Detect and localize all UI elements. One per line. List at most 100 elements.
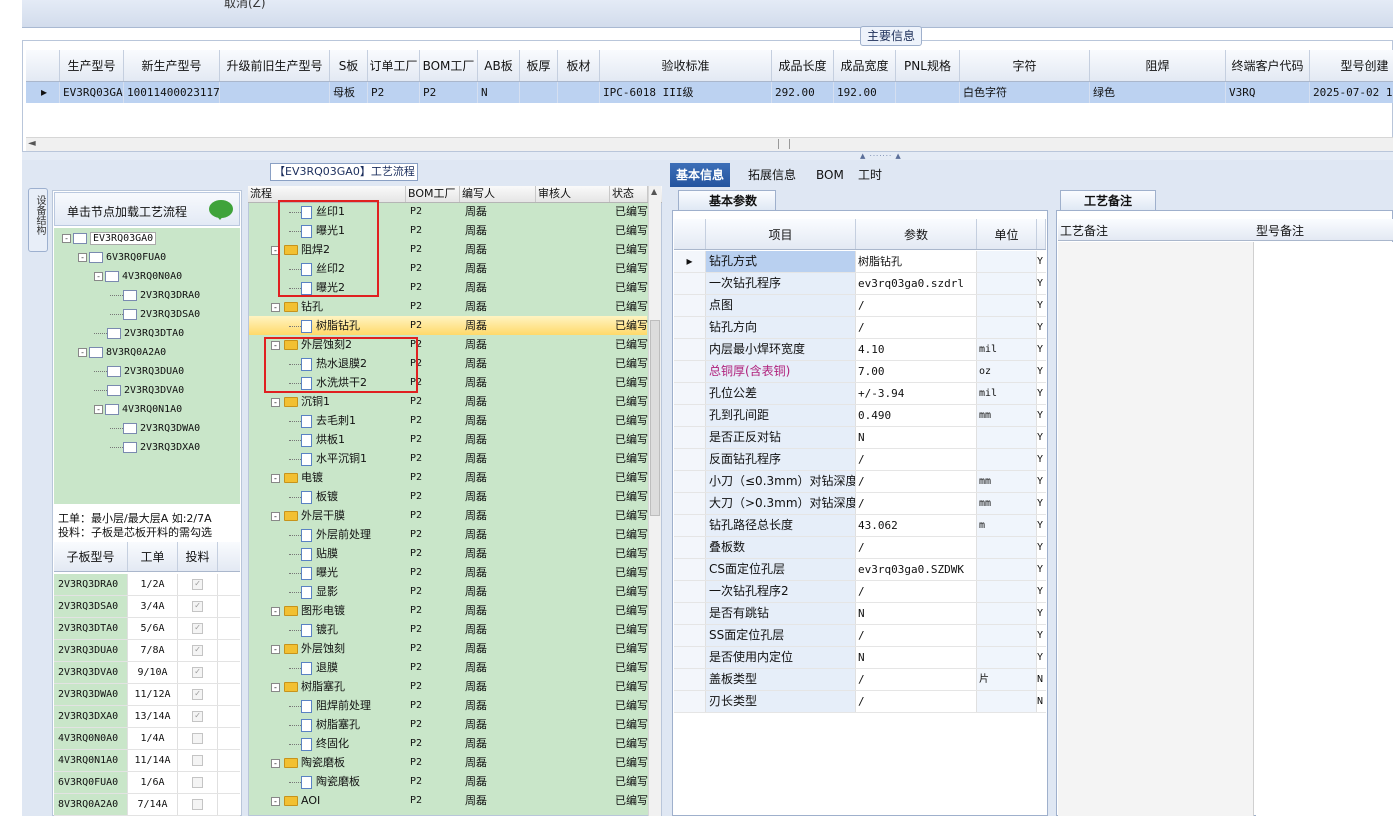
feed-checkbox[interactable]: [192, 754, 203, 766]
tree-collapse-icon[interactable]: -: [271, 644, 280, 654]
table-row[interactable]: 4V3RQ0N0A0 1/4A: [54, 728, 240, 750]
column-header[interactable]: AB板: [478, 50, 520, 81]
process-node[interactable]: - 外层蚀刻: [271, 639, 345, 658]
param-value[interactable]: /: [856, 581, 977, 602]
process-row[interactable]: 板镀 P2 周磊 已编写: [249, 487, 648, 506]
param-value[interactable]: N: [856, 603, 977, 624]
table-row[interactable]: 2V3RQ3DSA0 3/4A ✓: [54, 596, 240, 618]
column-header[interactable]: 阻焊: [1090, 50, 1226, 81]
table-row[interactable]: 6V3RQ0FUA0 1/6A: [54, 772, 240, 794]
grid-cell[interactable]: P2: [420, 82, 478, 103]
table-row[interactable]: 4V3RQ0N1A0 11/14A: [54, 750, 240, 772]
column-header[interactable]: 生产型号: [60, 50, 124, 81]
feed-cell[interactable]: ✓: [178, 596, 218, 617]
process-row[interactable]: 外层前处理 P2 周磊 已编写: [249, 525, 648, 544]
feed-cell[interactable]: [178, 728, 218, 749]
scroll-grip[interactable]: [778, 139, 790, 149]
tree-node[interactable]: - 6V3RQ0FUA0: [78, 251, 166, 265]
table-row[interactable]: 2V3RQ3DWA0 11/12A ✓: [54, 684, 240, 706]
tab-bom[interactable]: BOM: [810, 163, 850, 187]
table-row[interactable]: 大刀（>0.3mm）对钻深度 / mm Y: [674, 493, 1046, 515]
feed-checkbox[interactable]: ✓: [192, 600, 203, 612]
grid-cell[interactable]: 2025-07-02 14:49:4: [1310, 82, 1393, 103]
tree-collapse-icon[interactable]: -: [94, 404, 103, 414]
process-row[interactable]: 终固化 P2 周磊 已编写: [249, 734, 648, 753]
tree-node[interactable]: - 4V3RQ0N0A0: [94, 270, 182, 284]
tree-collapse-icon[interactable]: -: [94, 271, 103, 281]
table-row[interactable]: SS面定位孔层 / Y: [674, 625, 1046, 647]
grid-cell[interactable]: 绿色: [1090, 82, 1226, 103]
tree-node[interactable]: 2V3RQ3DRA0: [110, 289, 200, 303]
table-row[interactable]: 8V3RQ0A2A0 7/14A: [54, 794, 240, 816]
process-node[interactable]: 镀孔: [289, 620, 338, 639]
column-header[interactable]: 编写人: [460, 186, 536, 202]
param-value[interactable]: /: [856, 295, 977, 316]
tree-collapse-icon[interactable]: -: [271, 302, 280, 312]
param-value[interactable]: /: [856, 471, 977, 492]
grid-cell[interactable]: P2: [368, 82, 420, 103]
process-node[interactable]: 外层前处理: [289, 525, 371, 544]
table-row[interactable]: 2V3RQ3DUA0 7/8A ✓: [54, 640, 240, 662]
process-row[interactable]: 显影 P2 周磊 已编写: [249, 582, 648, 601]
table-row[interactable]: 2V3RQ3DVA0 9/10A ✓: [54, 662, 240, 684]
model-remark-area[interactable]: [1256, 242, 1393, 816]
grid-cell[interactable]: [520, 82, 558, 103]
param-value[interactable]: N: [856, 647, 977, 668]
tree-node[interactable]: 2V3RQ3DUA0: [94, 365, 184, 379]
grid-cell[interactable]: [896, 82, 960, 103]
vertical-splitter[interactable]: [1048, 186, 1054, 816]
table-row[interactable]: CS面定位孔层 ev3rq03ga0.SZDWK Y: [674, 559, 1046, 581]
process-row[interactable]: 树脂塞孔 P2 周磊 已编写: [249, 715, 648, 734]
table-row[interactable]: 一次钻孔程序 ev3rq03ga0.szdrl Y: [674, 273, 1046, 295]
param-value[interactable]: 树脂钻孔: [856, 251, 977, 272]
tree-node[interactable]: - 8V3RQ0A2A0: [78, 346, 166, 360]
process-row[interactable]: - 钻孔 P2 周磊 已编写: [249, 297, 648, 316]
tree-node[interactable]: - 4V3RQ0N1A0: [94, 403, 182, 417]
main-grid-row[interactable]: ▸ EV3RQ03GA0 10011400023117 母板 P2 P2 N IPC-6018…: [26, 82, 1393, 103]
feed-cell[interactable]: ✓: [178, 684, 218, 705]
process-row[interactable]: 阻焊前处理 P2 周磊 已编写: [249, 696, 648, 715]
param-value[interactable]: 43.062: [856, 515, 977, 536]
param-value[interactable]: 7.00: [856, 361, 977, 382]
feed-checkbox[interactable]: [192, 798, 203, 810]
tree-collapse-icon[interactable]: -: [271, 682, 280, 692]
feed-cell[interactable]: ✓: [178, 618, 218, 639]
grid-cell[interactable]: 292.00: [772, 82, 834, 103]
process-node[interactable]: - 沉铜1: [271, 392, 330, 411]
process-node[interactable]: 显影: [289, 582, 338, 601]
feed-cell[interactable]: ✓: [178, 640, 218, 661]
column-header[interactable]: 审核人: [536, 186, 610, 202]
column-header[interactable]: 成品长度: [772, 50, 834, 81]
process-node[interactable]: 烘板1: [289, 430, 345, 449]
tree-node[interactable]: 2V3RQ3DVA0: [94, 384, 184, 398]
column-header[interactable]: 型号创建: [1310, 50, 1393, 81]
process-node[interactable]: - AOI: [271, 791, 320, 810]
column-header[interactable]: 投料: [178, 542, 218, 571]
feed-cell[interactable]: ✓: [178, 662, 218, 683]
scroll-thumb[interactable]: [650, 320, 660, 516]
column-header[interactable]: 订单工厂: [368, 50, 420, 81]
grid-cell[interactable]: 白色字符: [960, 82, 1090, 103]
tab-basic[interactable]: 基本信息: [670, 163, 731, 187]
tab-base-params[interactable]: 基本参数: [678, 190, 776, 212]
param-value[interactable]: /: [856, 691, 977, 712]
feed-checkbox[interactable]: ✓: [192, 666, 203, 678]
grid-cell[interactable]: EV3RQ03GA0: [60, 82, 124, 103]
param-value[interactable]: /: [856, 625, 977, 646]
process-tab-title[interactable]: 【EV3RQ03GA0】工艺流程: [270, 163, 418, 181]
process-node[interactable]: 曝光: [289, 563, 338, 582]
process-row[interactable]: - AOI P2 周磊 已编写: [249, 791, 648, 810]
param-value[interactable]: /: [856, 669, 977, 690]
process-node[interactable]: 板镀: [289, 487, 338, 506]
process-node[interactable]: - 树脂塞孔: [271, 677, 345, 696]
table-row[interactable]: 孔位公差 +/-3.94 mil Y: [674, 383, 1046, 405]
vertical-splitter[interactable]: [662, 186, 668, 816]
process-node[interactable]: 陶瓷磨板: [289, 772, 360, 791]
process-node[interactable]: 树脂塞孔: [289, 715, 360, 734]
table-row[interactable]: 钻孔路径总长度 43.062 m Y: [674, 515, 1046, 537]
tab-process-remarks[interactable]: 工艺备注: [1060, 190, 1156, 212]
grid-cell[interactable]: 192.00: [834, 82, 896, 103]
table-row[interactable]: 是否使用内定位 N Y: [674, 647, 1046, 669]
table-row[interactable]: 2V3RQ3DXA0 13/14A ✓: [54, 706, 240, 728]
column-header[interactable]: 升级前旧生产型号: [220, 50, 330, 81]
